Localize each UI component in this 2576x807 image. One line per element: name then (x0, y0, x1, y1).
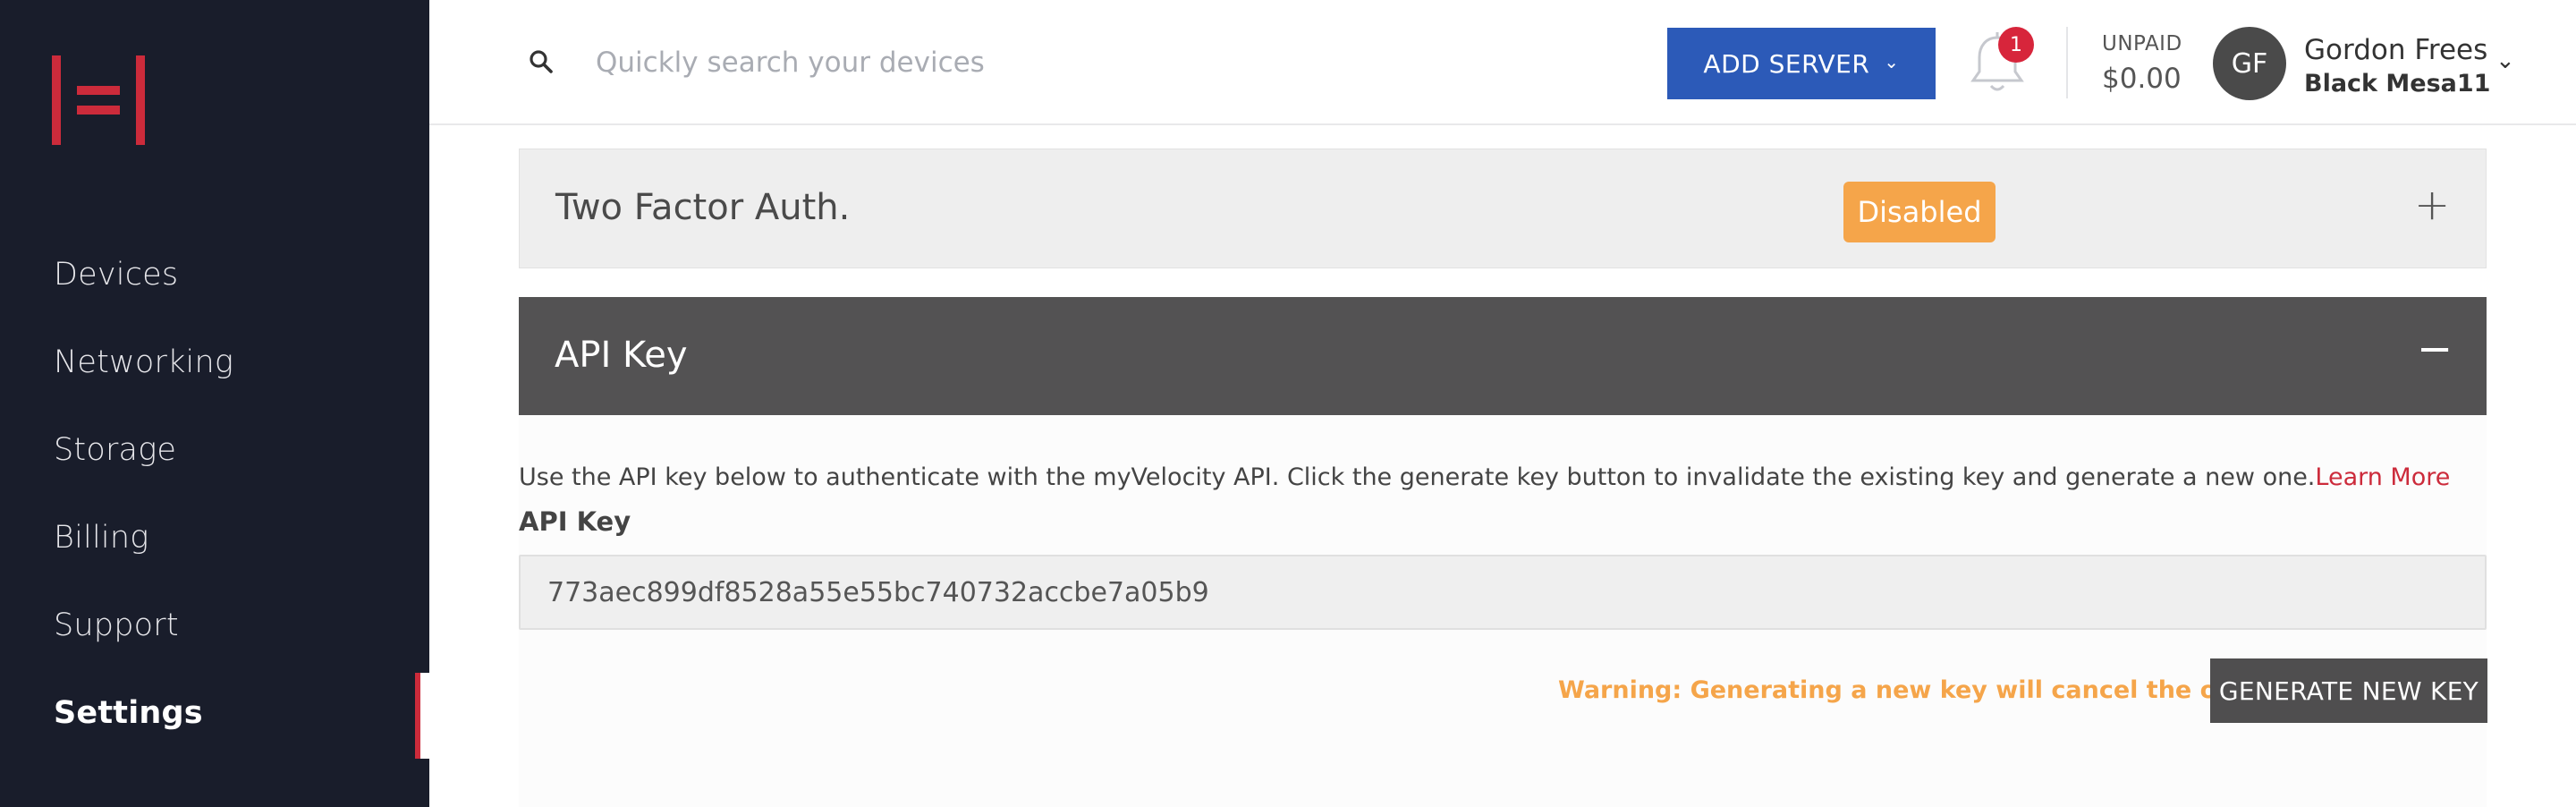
brand-logo[interactable] (52, 55, 145, 145)
learn-more-link[interactable]: Learn More (2315, 463, 2450, 491)
api-key-panel-title: API Key (555, 335, 688, 376)
api-key-panel-header[interactable]: API Key − (519, 297, 2487, 415)
sidebar-item-storage[interactable]: Storage (54, 432, 176, 468)
search-icon (530, 50, 553, 73)
collapse-icon[interactable]: − (2417, 324, 2453, 374)
sidebar-item-settings[interactable]: Settings (54, 695, 203, 731)
two-factor-title: Two Factor Auth. (555, 187, 851, 228)
add-server-label: ADD SERVER (1703, 48, 1870, 79)
api-key-description-text: Use the API key below to authenticate wi… (519, 463, 2316, 491)
sidebar-item-networking[interactable]: Networking (54, 344, 233, 380)
expand-icon[interactable]: + (2414, 180, 2450, 230)
top-header: ADD SERVER ⌄ 1 UNPAID $0.00 GF Gordon Fr… (429, 0, 2576, 125)
header-divider (2066, 27, 2068, 98)
sidebar-item-billing[interactable]: Billing (54, 520, 148, 556)
generate-new-key-button[interactable]: GENERATE NEW KEY (2210, 658, 2487, 723)
sidebar-item-support[interactable]: Support (54, 607, 179, 643)
avatar[interactable]: GF (2213, 27, 2286, 100)
search-input[interactable] (596, 39, 1401, 86)
two-factor-panel-header[interactable]: Two Factor Auth. Disabled + (519, 149, 2487, 268)
sidebar-item-devices[interactable]: Devices (54, 257, 178, 293)
billing-amount: $0.00 (2102, 63, 2182, 95)
user-organization[interactable]: Black Mesa11 (2304, 70, 2490, 98)
user-menu-chevron-icon[interactable]: ⌄ (2496, 47, 2515, 74)
user-name[interactable]: Gordon Frees (2304, 34, 2487, 66)
api-key-description: Use the API key below to authenticate wi… (519, 463, 2450, 491)
api-key-panel-body: Use the API key below to authenticate wi… (519, 415, 2487, 807)
status-badge: Disabled (1843, 182, 1996, 242)
api-key-field[interactable] (519, 555, 2487, 630)
regenerate-warning: Warning: Generating a new key will cance… (1558, 676, 2306, 704)
notification-count-badge: 1 (1998, 27, 2034, 63)
sidebar: Devices Networking Storage Billing Suppo… (0, 0, 429, 807)
active-nav-indicator (415, 673, 429, 759)
billing-status: UNPAID (2102, 32, 2182, 55)
api-key-field-label: API Key (519, 506, 631, 537)
add-server-button[interactable]: ADD SERVER ⌄ (1667, 28, 1936, 99)
chevron-down-icon: ⌄ (1884, 51, 1900, 72)
